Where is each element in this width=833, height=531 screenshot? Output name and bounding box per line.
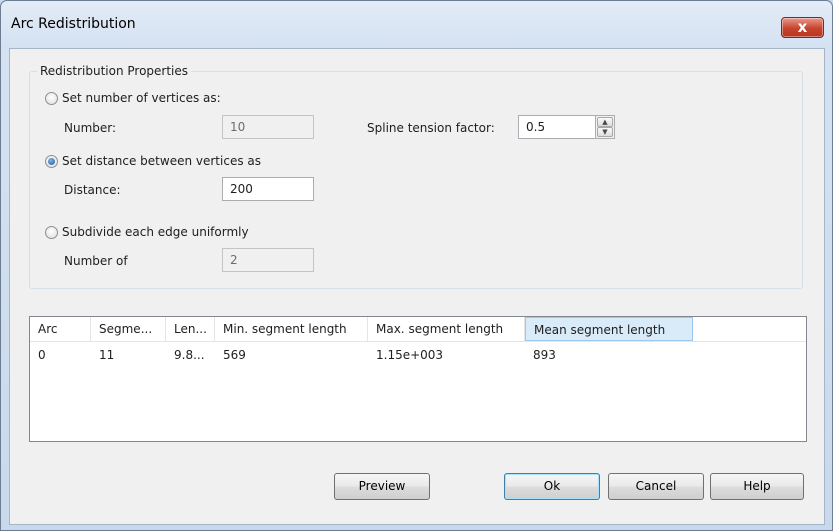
radio-distance-indicator[interactable] bbox=[45, 154, 58, 168]
number-input[interactable]: 10 bbox=[222, 115, 314, 139]
radio-subdivide-label: Subdivide each edge uniformly bbox=[62, 225, 249, 239]
dialog-body: Redistribution Properties Set number of … bbox=[9, 48, 825, 525]
cell-arc: 0 bbox=[38, 348, 46, 362]
table-header: Arc Segme... Len... Min. segment length … bbox=[30, 317, 806, 342]
column-header-length[interactable]: Len... bbox=[166, 317, 215, 341]
title-bar[interactable]: Arc Redistribution x bbox=[1, 1, 832, 49]
column-header-mean-segment-length[interactable]: Mean segment length bbox=[525, 317, 693, 341]
spline-tension-input[interactable]: 0.5 bbox=[518, 115, 596, 139]
radio-subdivide-indicator[interactable] bbox=[45, 225, 58, 239]
column-header-max-segment-length[interactable]: Max. segment length bbox=[368, 317, 525, 341]
redistribution-properties-group: Redistribution Properties Set number of … bbox=[29, 64, 803, 289]
dialog-window: Arc Redistribution x Redistribution Prop… bbox=[0, 0, 833, 531]
window-title: Arc Redistribution bbox=[11, 16, 136, 32]
distance-input[interactable]: 200 bbox=[222, 177, 314, 201]
help-button[interactable]: Help bbox=[710, 473, 804, 500]
close-icon: x bbox=[797, 18, 808, 36]
number-label: Number: bbox=[64, 121, 117, 135]
radio-vertices-label: Set number of vertices as: bbox=[62, 91, 221, 105]
cell-mean-segment-length: 893 bbox=[533, 348, 556, 362]
spline-tension-label: Spline tension factor: bbox=[367, 121, 495, 135]
ok-button[interactable]: Ok bbox=[504, 473, 600, 500]
close-button[interactable]: x bbox=[781, 17, 824, 38]
ok-button-label: Ok bbox=[543, 479, 561, 493]
radio-subdivide-uniformly[interactable]: Subdivide each edge uniformly bbox=[45, 225, 249, 239]
preview-button[interactable]: Preview bbox=[334, 473, 430, 500]
column-header-min-segment-length[interactable]: Min. segment length bbox=[215, 317, 368, 341]
cell-max-segment-length: 1.15e+003 bbox=[376, 348, 444, 362]
radio-set-distance-between-vertices[interactable]: Set distance between vertices as bbox=[45, 154, 261, 168]
help-button-label: Help bbox=[743, 479, 771, 493]
cell-min-segment-length: 569 bbox=[223, 348, 246, 362]
column-header-segments[interactable]: Segme... bbox=[91, 317, 166, 341]
radio-distance-label: Set distance between vertices as bbox=[62, 154, 261, 168]
cancel-button[interactable]: Cancel bbox=[608, 473, 704, 500]
number-of-input[interactable]: 2 bbox=[222, 248, 314, 272]
preview-button-label: Preview bbox=[358, 479, 406, 493]
radio-vertices-indicator[interactable] bbox=[45, 91, 58, 105]
group-legend: Redistribution Properties bbox=[37, 64, 192, 78]
radio-set-number-of-vertices[interactable]: Set number of vertices as: bbox=[45, 91, 221, 105]
segment-table[interactable]: Arc Segme... Len... Min. segment length … bbox=[29, 316, 807, 442]
spline-tension-spinner: ▲ ▼ bbox=[595, 115, 615, 139]
spin-down-button[interactable]: ▼ bbox=[597, 127, 613, 137]
spin-up-button[interactable]: ▲ bbox=[597, 117, 613, 127]
distance-label: Distance: bbox=[64, 183, 121, 197]
cancel-button-label: Cancel bbox=[635, 479, 677, 493]
cell-length: 9.8... bbox=[174, 348, 205, 362]
column-header-arc[interactable]: Arc bbox=[30, 317, 91, 341]
number-of-label: Number of bbox=[64, 254, 128, 268]
cell-segments: 11 bbox=[99, 348, 115, 362]
